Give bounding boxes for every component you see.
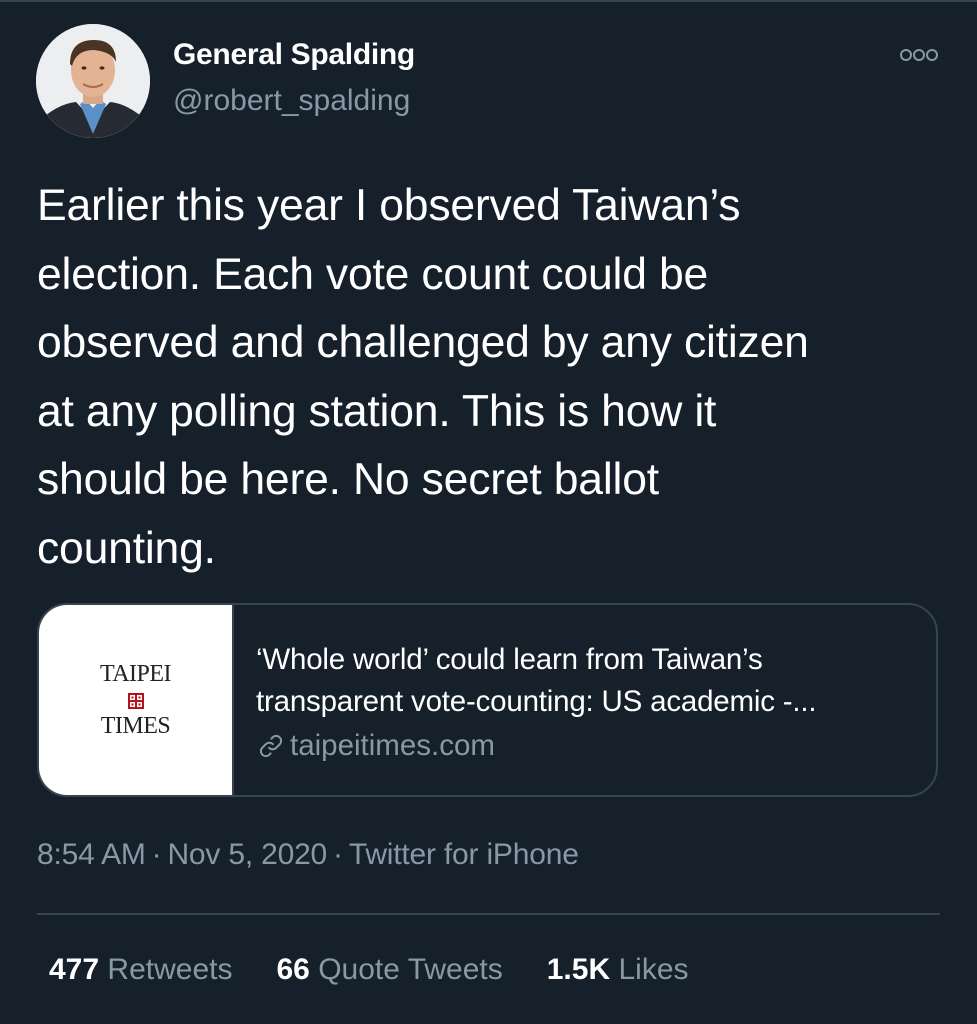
engagement-stats: 477 Retweets 66 Quote Tweets 1.5K Likes — [49, 953, 689, 987]
author-handle[interactable]: @robert_spalding — [173, 84, 410, 118]
tweet-text-line: election. Each vote count could be — [37, 249, 709, 299]
likes-label: Likes — [618, 953, 689, 986]
tweet-text-line: at any polling station. This is how it — [37, 386, 717, 436]
card-title-line: ‘Whole world’ could learn from Taiwan’s — [256, 643, 763, 676]
likes-stat[interactable]: 1.5K Likes — [547, 953, 689, 987]
logo-text-bottom: TIMES — [100, 713, 171, 739]
tweet-text-line: observed and challenged by any citizen — [37, 318, 809, 367]
tweet-text-line: should be here. No secret ballot — [37, 455, 659, 504]
taipei-times-seal-icon — [127, 693, 144, 709]
card-title-line: transparent vote-counting: US academic -… — [256, 685, 817, 718]
logo-text-top: TAIPEI — [99, 661, 172, 687]
tweet-metadata: 8:54 AM · Nov 5, 2020 · Twitter for iPhone — [37, 838, 579, 872]
separator-dot: · — [333, 838, 343, 871]
tweet-text-line: Earlier this year I observed Taiwan’s — [37, 181, 741, 230]
card-thumbnail: TAIPEI TIMES — [39, 605, 234, 795]
quote-tweets-stat[interactable]: 66 Quote Tweets — [276, 953, 502, 987]
author-name[interactable]: General Spalding — [173, 38, 415, 72]
card-domain-text: taipeitimes.com — [290, 729, 495, 762]
tweet-source[interactable]: Twitter for iPhone — [349, 838, 579, 871]
likes-count: 1.5K — [546, 953, 611, 986]
retweets-stat[interactable]: 477 Retweets — [49, 953, 232, 987]
quote-tweets-count: 66 — [276, 953, 310, 986]
profile-photo — [36, 24, 150, 138]
top-divider — [0, 0, 977, 2]
link-icon — [259, 734, 283, 758]
avatar[interactable] — [36, 24, 150, 138]
card-body: ‘Whole world’ could learn from Taiwan’s … — [234, 605, 817, 795]
quote-tweets-label: Quote Tweets — [318, 953, 503, 986]
separator-dot: · — [151, 838, 162, 871]
link-preview-card[interactable]: TAIPEI TIMES ‘Whole world’ could learn f… — [37, 603, 938, 797]
tweet-text: Earlier this year I observed Taiwan’s el… — [37, 172, 957, 583]
more-options-button[interactable] — [895, 38, 943, 72]
retweets-label: Retweets — [107, 953, 233, 986]
stats-divider — [37, 913, 940, 915]
tweet-date[interactable]: Nov 5, 2020 — [167, 838, 327, 871]
tweet-text-line: counting. — [37, 523, 216, 573]
more-horizontal-icon — [900, 49, 938, 61]
card-domain: taipeitimes.com — [256, 729, 816, 763]
tweet-time[interactable]: 8:54 AM — [37, 838, 146, 871]
retweets-count: 477 — [49, 953, 100, 986]
